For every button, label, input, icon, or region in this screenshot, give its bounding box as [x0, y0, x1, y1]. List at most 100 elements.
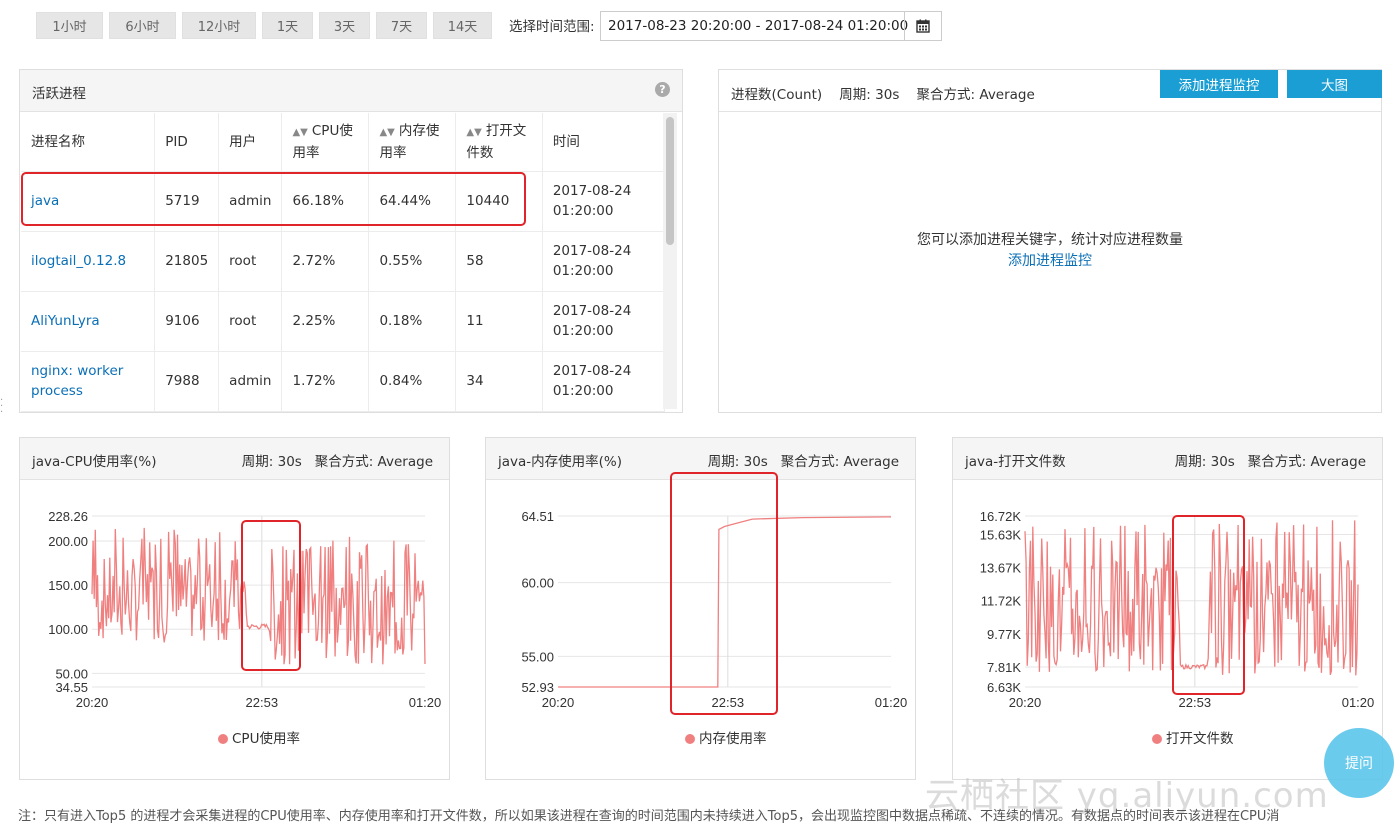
- mem-cell: 0.55%: [368, 231, 457, 292]
- legend-dot: [218, 734, 228, 744]
- y-tick-label: 6.63K: [987, 680, 1021, 695]
- y-tick-label: 15.63K: [980, 527, 1022, 542]
- scrollbar-thumb[interactable]: [666, 117, 674, 245]
- chart-agg: 聚合方式: Average: [1247, 454, 1366, 470]
- process-count-agg: 聚合方式: Average: [916, 87, 1035, 103]
- highlight-files-region: [1172, 515, 1245, 695]
- column-files[interactable]: ▲▼ 打开文 件数: [455, 113, 543, 172]
- active-process-title: 活跃进程: [32, 86, 86, 102]
- calendar-button[interactable]: [904, 11, 942, 41]
- chart-title: java-CPU使用率(%): [32, 454, 157, 470]
- chart-legend[interactable]: 内存使用率: [685, 727, 767, 747]
- highlight-mem-region: [670, 472, 778, 715]
- table-row: AliYunLyra 9106 root 2.25% 0.18% 11 2017…: [21, 291, 666, 352]
- x-tick-label: 01:20: [875, 695, 908, 710]
- x-tick-label: 22:53: [246, 695, 279, 710]
- chart-title: java-内存使用率(%): [498, 454, 623, 470]
- x-tick-label: 20:20: [542, 695, 575, 710]
- time-range-label: 选择时间范围:: [509, 19, 595, 35]
- time-6h-button[interactable]: 6小时: [109, 11, 176, 39]
- time-cell: 2017-08-24 01:20:00: [542, 171, 666, 232]
- cpu-cell: 2.25%: [281, 291, 370, 352]
- chart-period: 周期: 30s: [1174, 454, 1235, 470]
- pid-cell: 7988: [154, 351, 220, 412]
- time-range-input[interactable]: 2017-08-23 20:20:00 - 2017-08-24 01:20:0…: [600, 11, 908, 41]
- chart-agg: 聚合方式: Average: [780, 454, 899, 470]
- cpu-cell: 2.72%: [281, 231, 370, 292]
- pid-cell: 9106: [154, 291, 220, 352]
- files-cell: 34: [455, 351, 543, 412]
- cpu-chart-panel: java-CPU使用率(%) 周期: 30s 聚合方式: Average 228…: [19, 437, 450, 780]
- mem-cell: 0.18%: [368, 291, 457, 352]
- user-cell: admin: [218, 351, 283, 412]
- help-icon[interactable]: ?: [655, 82, 670, 97]
- x-tick-label: 22:53: [1179, 695, 1212, 710]
- time-cell: 2017-08-24 01:20:00: [542, 291, 666, 352]
- time-12h-button[interactable]: 12小时: [182, 11, 256, 39]
- pid-cell: 21805: [154, 231, 220, 292]
- column-user: 用户: [218, 113, 283, 172]
- highlight-cpu-region: [241, 520, 301, 671]
- y-tick-label: 52.93: [521, 680, 554, 695]
- column-pid: PID: [154, 113, 220, 172]
- y-tick-label: 11.72K: [981, 594, 1022, 609]
- column-cpu[interactable]: ▲▼ CPU使 用率: [281, 113, 370, 172]
- table-row: ilogtail_0.12.8 21805 root 2.72% 0.55% 5…: [21, 231, 666, 292]
- chart-period: 周期: 30s: [707, 454, 768, 470]
- empty-message: 您可以添加进程关键字，统计对应进程数量: [917, 232, 1183, 248]
- sort-icon[interactable]: ▲▼: [379, 127, 394, 138]
- highlight-java-row: [21, 172, 526, 226]
- x-tick-label: 20:20: [76, 695, 109, 710]
- large-view-button[interactable]: 大图: [1287, 70, 1382, 98]
- time-1d-button[interactable]: 1天: [262, 11, 313, 39]
- process-table: 进程名称 PID 用户 ▲▼ CPU使 用率 ▲▼ 内存使 用率 ▲▼ 打开文 件数 时间 …: [21, 113, 666, 412]
- chart-legend[interactable]: CPU使用率: [218, 727, 300, 747]
- chart-title: java-打开文件数: [965, 454, 1066, 470]
- time-7d-button[interactable]: 7天: [376, 11, 427, 39]
- table-row: nginx: worker process 7988 admin 1.72% 0…: [21, 351, 666, 412]
- column-mem[interactable]: ▲▼ 内存使 用率: [368, 113, 457, 172]
- cpu-cell: 1.72%: [281, 351, 370, 412]
- chart-agg: 聚合方式: Average: [314, 454, 433, 470]
- chart-period: 周期: 30s: [241, 454, 302, 470]
- y-tick-label: 55.00: [521, 649, 554, 664]
- time-14d-button[interactable]: 14天: [433, 11, 492, 39]
- mem-cell: 0.84%: [368, 351, 457, 412]
- time-3d-button[interactable]: 3天: [319, 11, 370, 39]
- x-tick-label: 01:20: [409, 695, 442, 710]
- legend-dot: [1152, 734, 1162, 744]
- add-process-monitor-button[interactable]: 添加进程监控: [1160, 70, 1278, 98]
- time-cell: 2017-08-24 01:20:00: [542, 351, 666, 412]
- active-process-header: 活跃进程 ?: [20, 70, 682, 112]
- legend-dot: [685, 734, 695, 744]
- y-tick-label: 13.67K: [980, 561, 1022, 576]
- y-tick-label: 60.00: [521, 576, 554, 591]
- y-tick-label: 7.81K: [987, 660, 1021, 675]
- time-1h-button[interactable]: 1小时: [36, 11, 103, 39]
- chart-legend[interactable]: 打开文件数: [1152, 727, 1234, 747]
- drag-handle[interactable]: · · ·: [0, 396, 3, 418]
- process-link[interactable]: ilogtail_0.12.8: [31, 253, 126, 269]
- user-cell: root: [218, 291, 283, 352]
- x-tick-label: 01:20: [1342, 695, 1375, 710]
- footnote: 注：只有进入Top5 的进程才会采集进程的CPU使用率、内存使用率和打开文件数，…: [18, 809, 1280, 823]
- sort-icon[interactable]: ▲▼: [466, 127, 481, 138]
- y-tick-label: 150.00: [48, 578, 88, 593]
- time-cell: 2017-08-24 01:20:00: [542, 231, 666, 292]
- y-tick-label: 64.51: [521, 509, 554, 524]
- column-name: 进程名称: [21, 113, 156, 172]
- y-tick-label: 100.00: [48, 622, 88, 637]
- process-link[interactable]: AliYunLyra: [31, 313, 100, 329]
- x-tick-label: 20:20: [1009, 695, 1042, 710]
- time-shortcut-bar: 1小时 6小时 12小时 1天 3天 7天 14天: [36, 11, 498, 39]
- add-process-monitor-link[interactable]: 添加进程监控: [718, 250, 1382, 270]
- process-link[interactable]: nginx: worker process: [31, 363, 123, 399]
- y-tick-label: 9.77K: [987, 627, 1021, 642]
- sort-icon[interactable]: ▲▼: [292, 127, 307, 138]
- active-process-panel: 活跃进程 ? 进程名称 PID 用户 ▲▼ CPU使 用率 ▲▼ 内存使 用率 ▲▼ 打开…: [19, 69, 683, 413]
- process-count-header: 进程数(Count) 周期: 30s 聚合方式: Average: [719, 70, 1381, 112]
- process-table-scrollbar[interactable]: [663, 113, 677, 409]
- calendar-icon: [916, 19, 930, 33]
- ask-button[interactable]: 提问: [1324, 728, 1394, 798]
- y-tick-label: 200.00: [48, 534, 88, 549]
